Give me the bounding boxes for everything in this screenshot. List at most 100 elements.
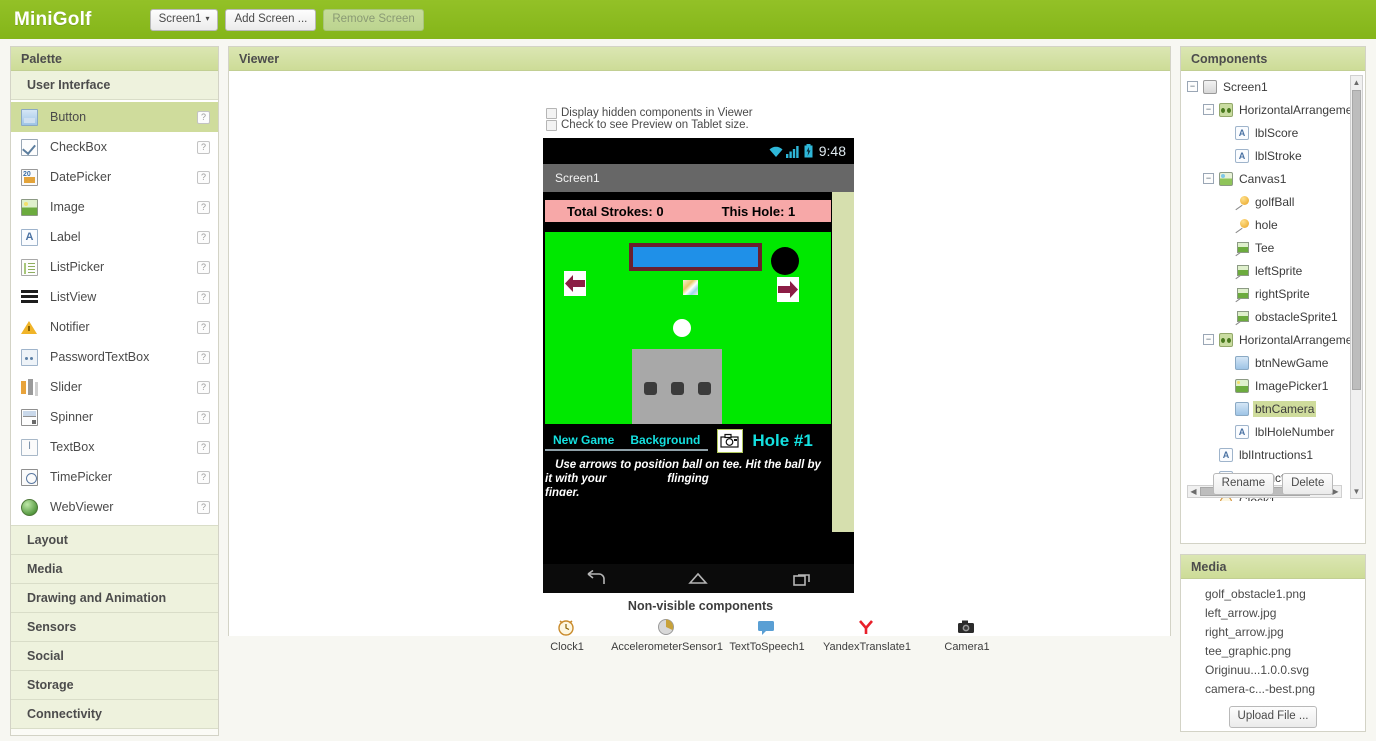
help-icon[interactable]: ? [197,200,210,214]
tree-node-Tee[interactable]: Tee [1181,236,1347,259]
palette-section-sensors[interactable]: Sensors [11,613,218,642]
delete-button[interactable]: Delete [1282,473,1334,495]
media-file-item[interactable]: golf_obstacle1.png [1205,585,1365,604]
recents-icon[interactable] [789,570,815,588]
non-visible-component[interactable]: Clock1 [517,617,617,653]
palette-item-notifier[interactable]: Notifier? [11,312,218,342]
help-icon[interactable]: ? [197,440,210,454]
non-visible-component[interactable]: TextToSpeech1 [717,617,817,653]
palette-item-button[interactable]: Button? [11,102,218,132]
tree-node-btnCamera[interactable]: btnCamera [1181,397,1347,420]
tree-node-obstacleSprite1[interactable]: obstacleSprite1 [1181,305,1347,328]
remove-screen-button: Remove Screen [323,8,424,31]
tree-node-HorizontalArrangemen[interactable]: − HorizontalArrangemen [1181,98,1359,121]
tree-node-Screen1[interactable]: − Screen1 [1181,75,1347,98]
non-visible-component[interactable]: Camera1 [917,617,1017,653]
palette-item-checkbox[interactable]: CheckBox? [11,132,218,162]
help-icon[interactable]: ? [197,380,210,394]
help-icon[interactable]: ? [197,260,210,274]
tree-node-lblStroke[interactable]: AlblStroke [1181,144,1347,167]
tree-collapse-toggle[interactable]: − [1203,173,1214,184]
palette-item-timepicker[interactable]: TimePicker? [11,462,218,492]
btn-background[interactable]: Background [622,432,709,451]
help-icon[interactable]: ? [197,470,210,484]
tree-node-rightSprite[interactable]: rightSprite [1181,282,1347,305]
palette-item-image[interactable]: Image? [11,192,218,222]
tree-node-Canvas1[interactable]: − Canvas1 [1181,167,1347,190]
help-icon[interactable]: ? [197,290,210,304]
media-file-item[interactable]: tee_graphic.png [1205,642,1365,661]
btn-new-game[interactable]: New Game [545,432,623,451]
palette-item-textbox[interactable]: TextBox? [11,432,218,462]
canvas-icon [1219,171,1233,186]
help-icon[interactable]: ? [197,350,210,364]
palette-item-webviewer[interactable]: WebViewer? [11,492,218,522]
palette-item-listview[interactable]: ListView? [11,282,218,312]
ball-icon [1235,218,1249,232]
palette-item-passwordtextbox[interactable]: PasswordTextBox? [11,342,218,372]
tree-node-HorizontalArrangemen[interactable]: − HorizontalArrangemen [1181,328,1359,351]
tree-node-ImagePicker1[interactable]: ImagePicker1 [1181,374,1347,397]
palette-item-label[interactable]: A Label? [11,222,218,252]
camera-icon [720,433,739,448]
sprite-tee[interactable] [683,280,698,295]
tablet-preview-checkbox[interactable] [546,119,557,131]
sprite-obstacle1[interactable] [629,243,762,271]
tree-collapse-toggle[interactable]: − [1203,104,1214,115]
tree-node-lblHoleNumber[interactable]: AlblHoleNumber [1181,420,1347,443]
tree-node-leftSprite[interactable]: leftSprite [1181,259,1347,282]
tree-node-lblIntructions1[interactable]: AlblIntructions1 [1181,443,1347,466]
palette-section-connectivity[interactable]: Connectivity [11,700,218,729]
palette-section-storage[interactable]: Storage [11,671,218,700]
media-file-item[interactable]: right_arrow.jpg [1205,623,1365,642]
palette-section-media[interactable]: Media [11,555,218,584]
media-file-item[interactable]: Originuu...1.0.0.svg [1205,661,1365,680]
palette-section-layout[interactable]: Layout [11,526,218,555]
media-file-item[interactable]: left_arrow.jpg [1205,604,1365,623]
palette-item-spinner[interactable]: Spinner? [11,402,218,432]
palette-item-listpicker[interactable]: ListPicker? [11,252,218,282]
tree-vertical-scrollbar[interactable]: ▲ ▼ [1350,75,1363,499]
palette-item-datepicker[interactable]: DatePicker? [11,162,218,192]
canvas1[interactable] [545,232,831,424]
palette-section-drawing-and-animation[interactable]: Drawing and Animation [11,584,218,613]
help-icon[interactable]: ? [197,140,210,154]
help-icon[interactable]: ? [197,110,210,124]
add-screen-button[interactable]: Add Screen ... [225,8,317,31]
palette-section-user-interface[interactable]: User Interface [11,71,218,100]
help-icon[interactable]: ? [197,500,210,514]
display-hidden-components-row[interactable]: Display hidden components in Viewer [546,71,1170,119]
help-icon[interactable]: ? [197,320,210,334]
rename-button[interactable]: Rename [1212,473,1275,495]
help-icon[interactable]: ? [197,410,210,424]
tree-node-golfBall[interactable]: golfBall [1181,190,1347,213]
listview-icon [21,289,38,306]
display-hidden-components-checkbox[interactable] [546,107,557,119]
palette-item-slider[interactable]: Slider? [11,372,218,402]
sprite-golf-ball[interactable] [673,319,691,337]
palette-section-social[interactable]: Social [11,642,218,671]
non-visible-component[interactable]: AccelerometerSensor1 [611,617,723,653]
upload-file-button[interactable]: Upload File ... [1228,706,1318,728]
help-icon[interactable]: ? [197,230,210,244]
tree-node-btnNewGame[interactable]: btnNewGame [1181,351,1347,374]
sprite-hole[interactable] [771,247,799,275]
tree-collapse-toggle[interactable]: − [1203,334,1214,345]
tablet-preview-row[interactable]: Check to see Preview on Tablet size. [546,119,1170,131]
screen-selector-dropdown[interactable]: Screen1 ▾ [149,8,219,31]
sprite-right-arrow[interactable] [777,277,799,302]
tree-node-lblScore[interactable]: AlblScore [1181,121,1347,144]
non-visible-component[interactable]: YandexTranslate1 [817,617,917,653]
tree-collapse-toggle[interactable]: − [1187,81,1198,92]
tree-node-hole[interactable]: hole [1181,213,1347,236]
instructions-line-4: finger. [545,487,580,496]
btn-camera[interactable] [717,429,744,453]
help-icon[interactable]: ? [197,170,210,184]
scroll-up-icon[interactable]: ▲ [1351,76,1362,89]
media-file-item[interactable]: camera-c...-best.png [1205,680,1365,699]
sprite-left-arrow[interactable] [564,271,586,296]
home-icon[interactable] [685,570,711,588]
tree-scroll-thumb[interactable] [1352,90,1361,390]
media-file-list: golf_obstacle1.png left_arrow.jpg right_ar… [1181,579,1365,701]
back-icon[interactable] [582,569,608,588]
